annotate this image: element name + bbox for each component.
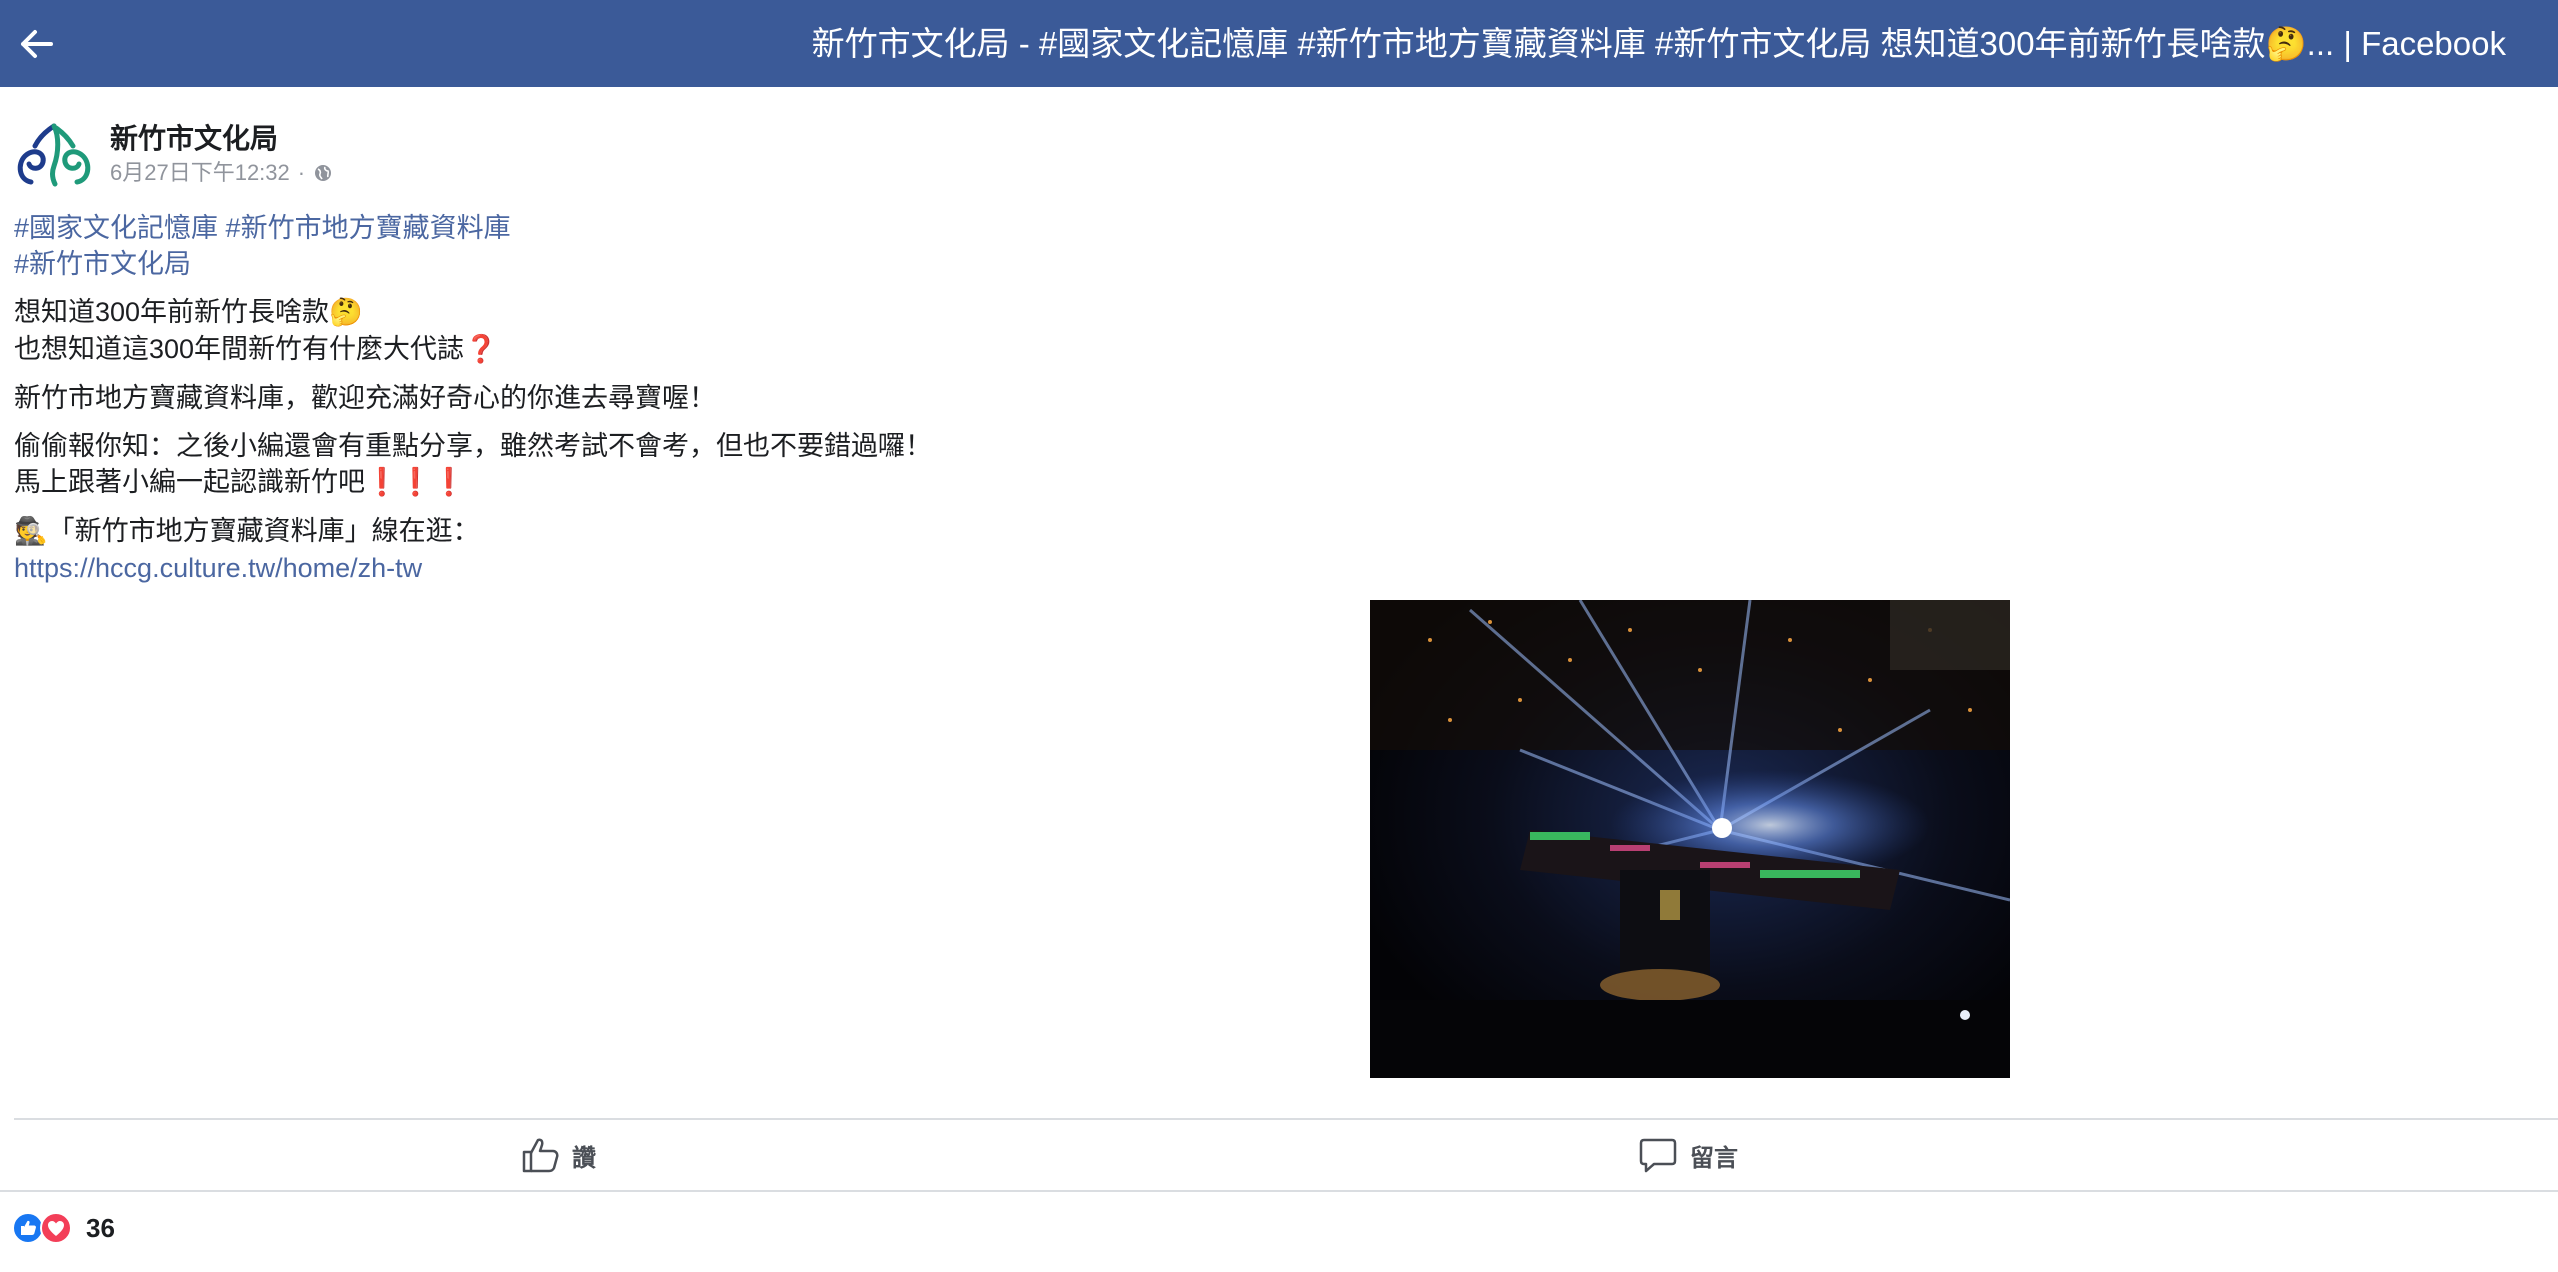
like-label: 讚: [572, 1144, 596, 1172]
detective-emoji: 🕵: [14, 516, 48, 547]
paragraph-link: 🕵「新竹市地方寶藏資料庫」線在逛： https://hccg.culture.t…: [14, 513, 1214, 586]
globe-icon: [313, 163, 333, 183]
text-line: 也想知道這300年間新竹有什麼大代誌: [14, 334, 465, 364]
comment-button[interactable]: 留言: [1638, 1130, 1738, 1180]
night-aerial-photo: [1370, 600, 2010, 1078]
paragraph-tip: 偷偷報你知：之後小編還會有重點分享，雖然考試不會考，但也不要錯過囉！ 馬上跟著小…: [14, 428, 1214, 501]
page-title: 新竹市文化局 - #國家文化記憶庫 #新竹市地方寶藏資料庫 #新竹市文化局 想知…: [811, 25, 2506, 62]
comment-bubble-icon: [1639, 1138, 1677, 1173]
page-meta: 新竹市文化局 6月27日下午12:32 ·: [110, 122, 333, 188]
external-link[interactable]: https://hccg.culture.tw/home/zh-tw: [14, 553, 422, 583]
post-timestamp[interactable]: 6月27日下午12:32: [110, 158, 290, 188]
exclamation-emoji: ❗❗❗: [365, 467, 466, 498]
paragraph-intro: 想知道300年前新竹長啥款🤔 也想知道這300年間新竹有什麼大代誌❓: [14, 294, 1214, 368]
text-line: 想知道300年前新竹長啥款: [14, 297, 330, 327]
post-text: #國家文化記憶庫 #新竹市地方寶藏資料庫 #新竹市文化局 想知道300年前新竹長…: [14, 210, 1214, 598]
page-logo-icon: [17, 123, 91, 187]
hashtag-link[interactable]: #新竹市地方寶藏資料庫: [226, 213, 511, 243]
reactions-summary[interactable]: 36: [12, 1208, 115, 1248]
question-mark-emoji: ❓: [464, 334, 498, 365]
top-bar: 新竹市文化局 - #國家文化記憶庫 #新竹市地方寶藏資料庫 #新竹市文化局 想知…: [0, 0, 2558, 87]
post-timestamp-row: 6月27日下午12:32 ·: [110, 158, 333, 188]
comment-label: 留言: [1690, 1144, 1738, 1172]
text-line: 「新竹市地方寶藏資料庫」線在逛：: [47, 516, 480, 546]
text-line: 馬上跟著小編一起認識新竹吧: [14, 467, 365, 497]
thinking-face-emoji: 🤔: [329, 297, 363, 328]
text-line: 偷偷報你知：之後小編還會有重點分享，雖然考試不會考，但也不要錯過囉！: [14, 431, 932, 461]
post-photo[interactable]: [1370, 600, 2010, 1078]
page-name[interactable]: 新竹市文化局: [110, 122, 333, 156]
divider: [0, 1190, 2558, 1192]
reaction-icons: [12, 1212, 72, 1244]
arrow-left-icon: [21, 30, 53, 58]
paragraph-welcome: 新竹市地方寶藏資料庫，歡迎充滿好奇心的你進去尋寶喔！: [14, 380, 1214, 416]
thumbs-up-icon: [522, 1138, 559, 1173]
back-button[interactable]: [14, 22, 58, 66]
post-header: 新竹市文化局 6月27日下午12:32 ·: [14, 115, 333, 195]
text-line: 新竹市地方寶藏資料庫，歡迎充滿好奇心的你進去尋寶喔！: [14, 383, 716, 413]
hashtag-link[interactable]: #國家文化記憶庫: [14, 213, 218, 243]
divider: [14, 1118, 2558, 1120]
like-button[interactable]: 讚: [520, 1130, 596, 1180]
love-reaction-icon: [40, 1212, 72, 1244]
hashtag-block: #國家文化記憶庫 #新竹市地方寶藏資料庫 #新竹市文化局: [14, 210, 1214, 282]
avatar[interactable]: [14, 115, 94, 195]
separator-dot: ·: [297, 160, 306, 185]
reaction-count: 36: [86, 1212, 115, 1243]
hashtag-link[interactable]: #新竹市文化局: [14, 249, 191, 279]
